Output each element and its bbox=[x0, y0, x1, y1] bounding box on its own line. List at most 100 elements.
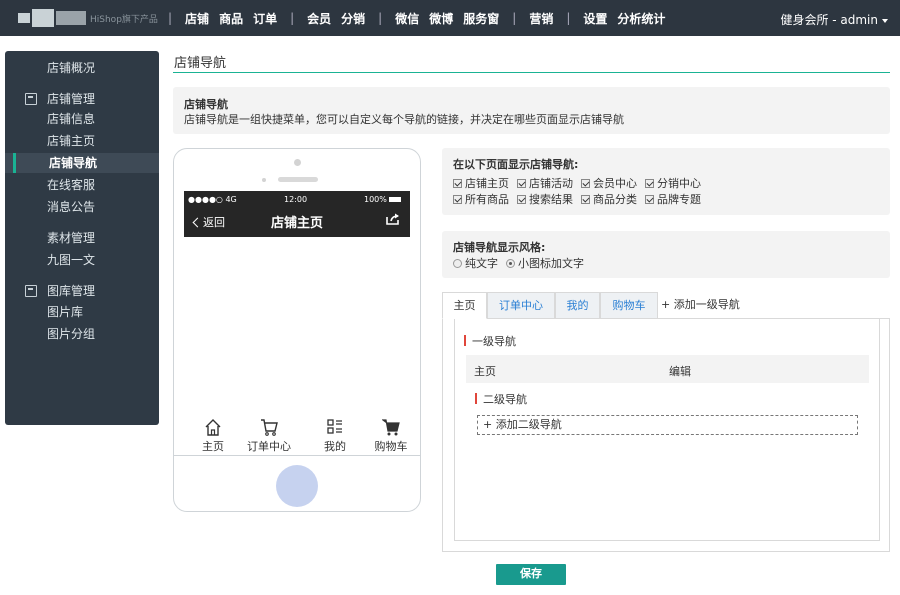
phone-bezel-line bbox=[174, 455, 420, 456]
nav-members[interactable]: 会员 bbox=[307, 10, 331, 27]
checkbox-store-home[interactable]: 店铺主页 bbox=[453, 175, 509, 191]
editor-area: 一级导航 主页 编辑 二级导航 + 添加二级导航 bbox=[454, 319, 880, 541]
add-level2-nav-button[interactable]: + 添加二级导航 bbox=[477, 415, 858, 435]
info-heading: 店铺导航 bbox=[184, 98, 228, 111]
phone-home-button bbox=[276, 465, 318, 507]
nav-wechat[interactable]: 微信 bbox=[395, 10, 419, 27]
sidebar-item-image-library[interactable]: 图片库 bbox=[5, 302, 159, 322]
checked-box-icon bbox=[453, 194, 462, 204]
caret-down-icon bbox=[882, 18, 888, 23]
phone-screen-header: ●●●●○ 4G 12:00 100% 返回 店铺主页 bbox=[184, 191, 410, 237]
display-pages-heading: 在以下页面显示店铺导航: bbox=[453, 158, 579, 171]
checked-box-icon bbox=[517, 194, 526, 204]
radio-on-icon bbox=[506, 258, 515, 268]
phone-tab-orders[interactable]: 订单中心 bbox=[244, 417, 294, 454]
display-pages-row-2: 所有商品 搜索结果 商品分类 品牌专题 bbox=[453, 191, 709, 207]
signal-status: ●●●●○ 4G bbox=[188, 195, 237, 204]
checkbox-brand-topic[interactable]: 品牌专题 bbox=[645, 191, 701, 207]
share-icon[interactable] bbox=[386, 213, 400, 225]
sidebar-item-store-home[interactable]: 店铺主页 bbox=[5, 131, 159, 151]
nav-style-panel: 店铺导航显示风格: 纯文字 小图标加文字 bbox=[442, 231, 890, 278]
tab-cart[interactable]: 购物车 bbox=[600, 292, 658, 319]
display-pages-panel: 在以下页面显示店铺导航: 店铺主页 店铺活动 会员中心 分销中心 所有商品 搜索… bbox=[442, 148, 890, 215]
camera-dot bbox=[294, 159, 301, 166]
nav-products[interactable]: 商品 bbox=[219, 10, 243, 27]
level2-nav-label: 二级导航 bbox=[475, 391, 527, 407]
top-bar: HiShop旗下产品 | 店铺 商品 订单 | 会员 分销 | 微信 微博 服务… bbox=[0, 0, 900, 36]
account-name: 健身会所 - admin bbox=[780, 13, 878, 27]
page-title: 店铺导航 bbox=[174, 56, 227, 71]
tab-content: 一级导航 主页 编辑 二级导航 + 添加二级导航 bbox=[442, 318, 890, 552]
checked-box-icon bbox=[517, 178, 526, 188]
sidebar-item-online-service[interactable]: 在线客服 bbox=[5, 175, 159, 195]
sidebar-item-image-groups[interactable]: 图片分组 bbox=[5, 324, 159, 344]
nav-store[interactable]: 店铺 bbox=[185, 10, 209, 27]
nav-marketing[interactable]: 营销 bbox=[529, 10, 553, 27]
sidebar-group-gallery[interactable]: 图库管理 bbox=[5, 281, 159, 301]
image-icon bbox=[25, 285, 37, 297]
nav-style-heading: 店铺导航显示风格: bbox=[453, 241, 546, 254]
info-description: 店铺导航是一组快捷菜单，您可以自定义每个导航的链接，并决定在哪些页面显示店铺导航 bbox=[184, 113, 624, 126]
checkbox-member-center[interactable]: 会员中心 bbox=[581, 175, 637, 191]
title-divider bbox=[173, 72, 890, 73]
display-pages-row-1: 店铺主页 店铺活动 会员中心 分销中心 bbox=[453, 175, 709, 191]
nav-orders[interactable]: 订单 bbox=[253, 10, 277, 27]
checkbox-product-category[interactable]: 商品分类 bbox=[581, 191, 637, 207]
cart-outline-icon bbox=[261, 419, 278, 436]
sensor-dot bbox=[262, 178, 266, 182]
nav-settings[interactable]: 设置 bbox=[583, 10, 607, 27]
checkbox-store-activity[interactable]: 店铺活动 bbox=[517, 175, 573, 191]
grid-list-icon bbox=[327, 419, 342, 434]
home-icon bbox=[205, 419, 221, 436]
sidebar-item-materials[interactable]: 素材管理 bbox=[5, 228, 159, 248]
level1-nav-label: 一级导航 bbox=[464, 333, 516, 349]
cart-filled-icon bbox=[382, 419, 400, 436]
nav-service-window[interactable]: 服务窗 bbox=[463, 10, 499, 27]
sidebar-item-store-info[interactable]: 店铺信息 bbox=[5, 109, 159, 129]
account-menu[interactable]: 健身会所 - admin bbox=[780, 11, 888, 28]
checked-box-icon bbox=[645, 194, 654, 204]
edit-link[interactable]: 编辑 bbox=[669, 363, 691, 379]
tab-mine[interactable]: 我的 bbox=[555, 292, 600, 319]
sidebar-item-store-nav[interactable]: 店铺导航 bbox=[5, 153, 159, 173]
tab-home[interactable]: 主页 bbox=[442, 292, 487, 319]
clock-status: 12:00 bbox=[284, 195, 308, 204]
phone-tab-cart[interactable]: 购物车 bbox=[366, 417, 416, 454]
phone-tab-home[interactable]: 主页 bbox=[188, 417, 238, 454]
phone-tab-mine[interactable]: 我的 bbox=[310, 417, 360, 454]
radio-off-icon bbox=[453, 258, 462, 268]
battery-status: 100% bbox=[364, 195, 402, 204]
checkbox-all-products[interactable]: 所有商品 bbox=[453, 191, 509, 207]
sidebar-item-notices[interactable]: 消息公告 bbox=[5, 197, 159, 217]
sidebar-item-nine-images[interactable]: 九图一文 bbox=[5, 250, 159, 270]
sidebar: 店铺概况 店铺管理 店铺信息 店铺主页 店铺导航 在线客服 消息公告 素材管理 … bbox=[5, 51, 159, 425]
nav-weibo[interactable]: 微博 bbox=[429, 10, 453, 27]
add-level1-nav-button[interactable]: + 添加一级导航 bbox=[661, 292, 740, 319]
nav-style-options: 纯文字 小图标加文字 bbox=[453, 255, 592, 271]
sidebar-item-overview[interactable]: 店铺概况 bbox=[5, 58, 159, 78]
level1-nav-row: 主页 编辑 bbox=[466, 355, 869, 383]
checkbox-search-results[interactable]: 搜索结果 bbox=[517, 191, 573, 207]
checked-box-icon bbox=[581, 194, 590, 204]
radio-icon-text[interactable]: 小图标加文字 bbox=[506, 255, 584, 271]
save-button[interactable]: 保存 bbox=[496, 564, 566, 585]
sidebar-group-store[interactable]: 店铺管理 bbox=[5, 89, 159, 109]
battery-icon bbox=[389, 197, 402, 202]
nav-distribution[interactable]: 分销 bbox=[341, 10, 365, 27]
phone-tab-bar: 主页 订单中心 我的 购物车 bbox=[184, 417, 410, 455]
phone-screen-title: 店铺主页 bbox=[270, 216, 323, 231]
main-nav: | 店铺 商品 订单 | 会员 分销 | 微信 微博 服务窗 | 营销 | 设置… bbox=[168, 10, 666, 27]
tab-order-center[interactable]: 订单中心 bbox=[487, 292, 555, 319]
logo-subtitle: HiShop旗下产品 bbox=[90, 15, 158, 25]
checked-box-icon bbox=[453, 178, 462, 188]
speaker-slot bbox=[278, 177, 318, 182]
brand-logo[interactable] bbox=[18, 9, 88, 27]
radio-text-only[interactable]: 纯文字 bbox=[453, 255, 498, 271]
info-box: 店铺导航 店铺导航是一组快捷菜单，您可以自定义每个导航的链接，并决定在哪些页面显… bbox=[173, 87, 890, 134]
nav-editor: 一级导航 主页 编辑 二级导航 + 添加二级导航 主页 订单中心 我的 购物车 … bbox=[442, 292, 890, 552]
nav-analytics[interactable]: 分析统计 bbox=[617, 10, 665, 27]
checked-box-icon bbox=[581, 178, 590, 188]
checked-box-icon bbox=[645, 178, 654, 188]
level1-nav-name: 主页 bbox=[474, 365, 496, 378]
checkbox-distribution-center[interactable]: 分销中心 bbox=[645, 175, 701, 191]
